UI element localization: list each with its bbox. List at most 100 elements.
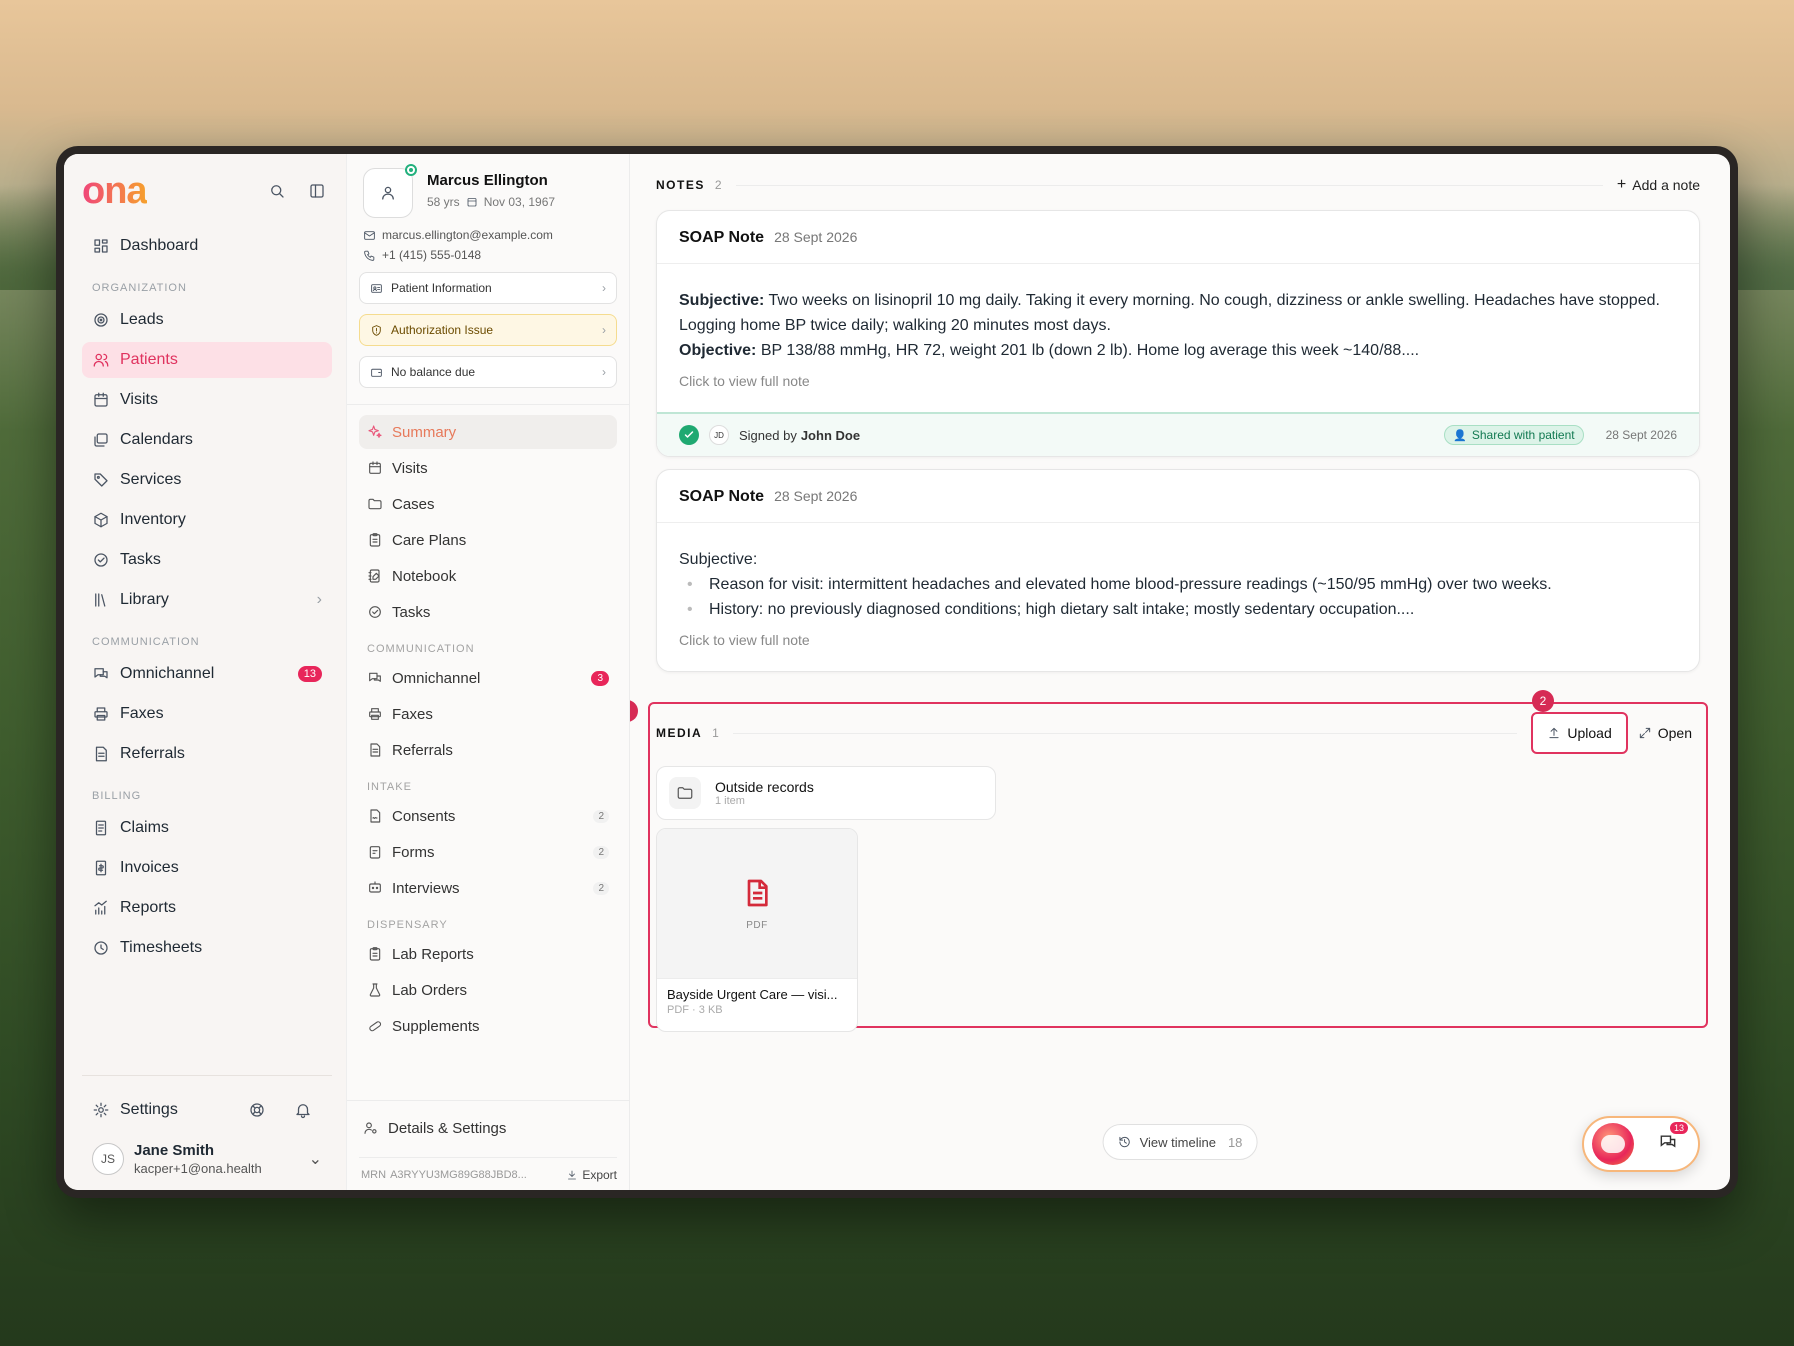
document-icon <box>367 742 383 758</box>
section-label-organization: ORGANIZATION <box>92 282 187 294</box>
sidebar-item-services[interactable]: Services <box>82 462 332 498</box>
patient-information-button[interactable]: Patient Information › <box>359 272 617 304</box>
signed-date: 28 Sept 2026 <box>1605 428 1677 442</box>
upload-label: Upload <box>1567 725 1612 741</box>
user-email: kacper+1@ona.health <box>134 1161 262 1176</box>
sidebar-item-patients[interactable]: Patients <box>82 342 332 378</box>
tab-label: Faxes <box>392 705 433 723</box>
view-timeline-button[interactable]: View timeline 18 <box>1102 1124 1258 1160</box>
tab-visits[interactable]: Visits <box>359 451 617 485</box>
messages-icon[interactable]: 13 <box>1658 1121 1688 1157</box>
patient-phone-row[interactable]: +1 (415) 555-0148 <box>359 248 617 262</box>
sidebar-item-faxes[interactable]: Faxes <box>82 696 332 732</box>
media-count: 1 <box>712 726 719 740</box>
sidebar-item-invoices[interactable]: Invoices <box>82 850 332 886</box>
sidebar-item-omnichannel[interactable]: Omnichannel 13 <box>82 656 332 692</box>
tab-supplements[interactable]: Supplements <box>359 1009 617 1043</box>
shared-label: Shared with patient <box>1471 428 1575 442</box>
sidebar-item-claims[interactable]: Claims <box>82 810 332 846</box>
users-icon <box>92 351 110 369</box>
patient-email-row[interactable]: marcus.ellington@example.com <box>359 228 617 242</box>
printer-icon <box>367 706 383 722</box>
tab-care-plans[interactable]: Care Plans <box>359 523 617 557</box>
upload-button[interactable]: Upload <box>1531 712 1628 754</box>
note-title: SOAP Note <box>679 229 765 246</box>
authorization-issue-button[interactable]: Authorization Issue › <box>359 314 617 346</box>
subjective-text: Two weeks on lisinopril 10 mg daily. Tak… <box>679 292 1660 334</box>
file-thumbnail: PDF <box>657 829 857 979</box>
note-title: SOAP Note <box>679 488 765 505</box>
tab-label: Details & Settings <box>388 1119 507 1137</box>
sidebar-item-calendars[interactable]: Calendars <box>82 422 332 458</box>
phone-icon <box>363 249 376 262</box>
sidebar-item-leads[interactable]: Leads <box>82 302 332 338</box>
sidebar-item-label: Faxes <box>120 705 164 722</box>
tab-cases[interactable]: Cases <box>359 487 617 521</box>
chat-icon <box>367 670 383 686</box>
patient-panel: Marcus Ellington 58 yrs Nov 03, 1967 mar… <box>346 154 630 1190</box>
tab-referrals[interactable]: Referrals <box>359 733 617 767</box>
folder-count: 1 item <box>715 795 745 807</box>
user-menu[interactable]: JS Jane Smith kacper+1@ona.health ⌄ <box>82 1126 332 1176</box>
assistant-chat-widget[interactable]: 13 <box>1582 1116 1700 1172</box>
sidebar-item-reports[interactable]: Reports <box>82 890 332 926</box>
soap-note-card[interactable]: SOAP Note 28 Sept 2026 Subjective: Reaso… <box>656 469 1700 672</box>
view-full-note-link[interactable]: Click to view full note <box>679 369 1677 394</box>
tab-details-settings[interactable]: Details & Settings <box>355 1111 621 1145</box>
sidebar-item-timesheets[interactable]: Timesheets <box>82 930 332 966</box>
flask-icon <box>367 982 383 998</box>
printer-icon <box>92 705 110 723</box>
export-button[interactable]: Export <box>566 1168 617 1182</box>
notes-title: NOTES <box>656 178 705 192</box>
add-note-label: Add a note <box>1632 177 1700 193</box>
tab-label: Lab Reports <box>392 945 474 963</box>
media-title: MEDIA <box>656 726 703 740</box>
signed-check-icon <box>679 425 699 445</box>
sidebar-toggle-icon[interactable] <box>308 182 326 200</box>
tab-omnichannel[interactable]: Omnichannel 3 <box>359 661 617 695</box>
tab-lab-orders[interactable]: Lab Orders <box>359 973 617 1007</box>
view-full-note-link[interactable]: Click to view full note <box>679 628 1677 653</box>
check-circle-icon <box>92 551 110 569</box>
tab-consents[interactable]: Consents 2 <box>359 799 617 833</box>
history-icon <box>1118 1135 1132 1149</box>
sidebar-item-label: Tasks <box>120 551 161 568</box>
sidebar-item-dashboard[interactable]: Dashboard <box>82 228 332 264</box>
tab-notebook[interactable]: Notebook <box>359 559 617 593</box>
sidebar-item-referrals[interactable]: Referrals <box>82 736 332 772</box>
tab-label: Summary <box>392 423 457 441</box>
add-note-button[interactable]: + Add a note <box>1617 176 1700 194</box>
tab-summary[interactable]: Summary <box>359 415 617 449</box>
tab-lab-reports[interactable]: Lab Reports <box>359 937 617 971</box>
tab-faxes[interactable]: Faxes <box>359 697 617 731</box>
search-icon[interactable] <box>268 182 286 200</box>
soap-note-card[interactable]: SOAP Note 28 Sept 2026 Subjective: Two w… <box>656 210 1700 457</box>
user-icon <box>379 184 397 202</box>
sidebar-item-library[interactable]: Library › <box>82 582 332 618</box>
bell-icon[interactable] <box>294 1101 312 1119</box>
id-card-icon <box>370 282 383 295</box>
folder-outside-records[interactable]: Outside records 1 item <box>656 766 996 820</box>
sidebar-item-inventory[interactable]: Inventory <box>82 502 332 538</box>
sidebar-item-label: Invoices <box>120 859 179 876</box>
chevron-right-icon: › <box>602 281 606 295</box>
sidebar-item-settings[interactable]: Settings <box>82 1094 332 1126</box>
assistant-orb-icon[interactable] <box>1592 1123 1634 1165</box>
tab-tasks[interactable]: Tasks <box>359 595 617 629</box>
open-button[interactable]: Open <box>1638 725 1692 741</box>
lifebuoy-icon[interactable] <box>248 1101 266 1119</box>
tab-interviews[interactable]: Interviews 2 <box>359 871 617 905</box>
sidebar-item-visits[interactable]: Visits <box>82 382 332 418</box>
export-label: Export <box>582 1168 617 1182</box>
tab-forms[interactable]: Forms 2 <box>359 835 617 869</box>
subjective-label: Subjective: <box>679 551 758 568</box>
file-card[interactable]: PDF Bayside Urgent Care — visi... PDF · … <box>656 828 858 1032</box>
sidebar-item-label: Dashboard <box>120 237 199 254</box>
tab-label: Supplements <box>392 1017 480 1035</box>
calendar-icon <box>367 460 383 476</box>
sidebar-item-tasks[interactable]: Tasks <box>82 542 332 578</box>
ona-logo[interactable]: ona <box>82 170 148 213</box>
patient-avatar <box>363 164 417 218</box>
button-label: Patient Information <box>391 281 492 295</box>
balance-button[interactable]: No balance due › <box>359 356 617 388</box>
